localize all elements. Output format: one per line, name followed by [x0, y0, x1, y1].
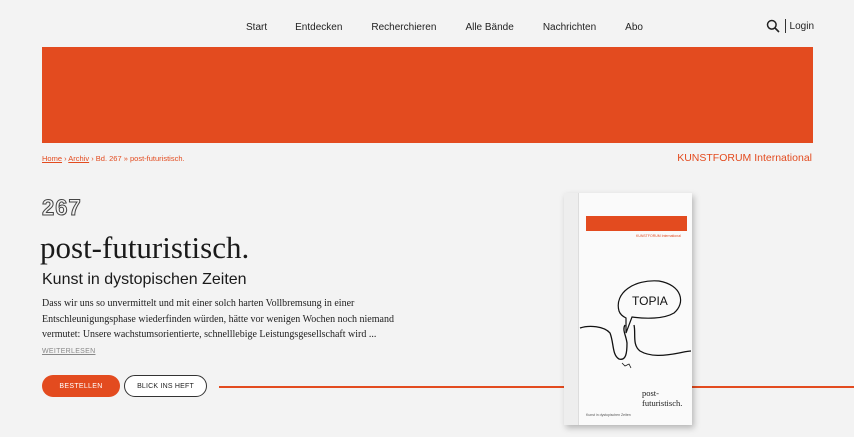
description-text: Dass wir uns so unvermittelt und mit ein… [42, 298, 394, 341]
search-icon[interactable] [766, 19, 780, 33]
page-subtitle: Kunst in dystopischen Zeiten [42, 271, 247, 288]
brand-name: KUNSTFORUM International [677, 152, 812, 164]
description: Dass wir uns so unvermittelt und mit ein… [42, 296, 414, 359]
preview-button[interactable]: BLICK INS HEFT [124, 375, 207, 397]
login-link[interactable]: Login [790, 21, 814, 32]
breadcrumb-archive[interactable]: Archiv [68, 154, 89, 163]
magazine-cover[interactable]: KUNSTFORUM International TOPIA post-futu… [564, 193, 692, 425]
nav-item-nachrichten[interactable]: Nachrichten [543, 22, 596, 33]
breadcrumb: Home › Archiv › Bd. 267 » post-futuristi… [42, 154, 185, 163]
divider [784, 19, 786, 33]
hero-banner [42, 47, 813, 143]
nav-item-start[interactable]: Start [246, 22, 267, 33]
nav-item-alle-baende[interactable]: Alle Bände [465, 22, 513, 33]
cover-subtitle: Kunst in dystopischen Zeiten [586, 413, 631, 417]
nav-item-abo[interactable]: Abo [625, 22, 643, 33]
cover-bubble-text: TOPIA [632, 294, 668, 308]
breadcrumb-current: post-futuristisch. [130, 154, 185, 163]
breadcrumb-home[interactable]: Home [42, 154, 62, 163]
breadcrumb-separator: » [121, 154, 130, 163]
read-more-link[interactable]: WEITERLESEN [42, 348, 95, 355]
cover-title: post-futuristisch. [642, 388, 683, 408]
breadcrumb-volume: Bd. 267 [95, 154, 122, 163]
main-nav: Start Entdecken Recherchieren Alle Bände… [246, 22, 672, 33]
breadcrumb-separator: › [89, 154, 96, 163]
header-utilities: Login [766, 19, 814, 33]
nav-item-recherchieren[interactable]: Recherchieren [371, 22, 436, 33]
accent-line [219, 386, 854, 388]
volume-number: 267 [42, 195, 82, 221]
page-title: post-futuristisch. [40, 230, 250, 265]
order-button[interactable]: BESTELLEN [42, 375, 120, 397]
nav-item-entdecken[interactable]: Entdecken [295, 22, 342, 33]
